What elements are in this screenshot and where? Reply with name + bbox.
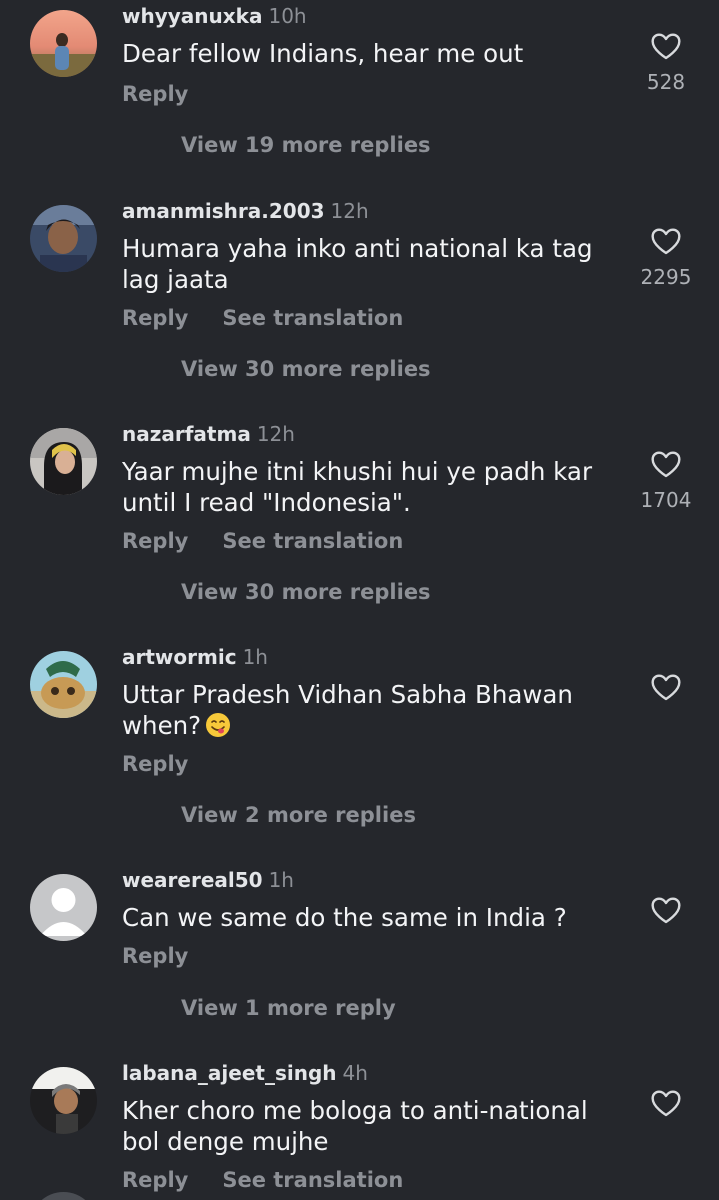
see-translation-button[interactable]: See translation [222, 529, 403, 553]
reply-button[interactable]: Reply [122, 944, 188, 968]
timestamp: 1h [242, 645, 268, 669]
reply-button[interactable]: Reply [122, 82, 188, 106]
comment-header: amanmishra.2003 12h [122, 199, 369, 229]
comment-text-line: lag jaata [122, 265, 229, 294]
heart-outline-icon[interactable] [650, 227, 682, 255]
comment-text: Humara yaha inko anti national ka tag la… [122, 233, 612, 295]
heart-outline-icon[interactable] [650, 450, 682, 478]
like-count: 528 [646, 70, 686, 94]
like-control [631, 1089, 701, 1117]
comment-text-line: until I read "Indonesia". [122, 488, 411, 517]
see-translation-button[interactable]: See translation [222, 306, 403, 330]
timestamp: 4h [342, 1061, 368, 1085]
username[interactable]: wearereal50 [122, 868, 263, 892]
comment-text-line: Humara yaha inko anti national ka tag [122, 234, 593, 263]
comment-item: labana_ajeet_singh 4h Kher choro me bolog… [0, 1057, 719, 1200]
comment-text: Dear fellow Indians, hear me out [122, 38, 612, 69]
reply-button[interactable]: Reply [122, 752, 188, 776]
comments-page: whyyanuxka 10h Dear fellow Indians, hear … [0, 0, 719, 1200]
face-savoring-food-emoji-icon [205, 712, 231, 745]
comment-text: Can we same do the same in India ? [122, 902, 612, 933]
comment-item: wearereal50 1h Can we same do the same in… [0, 864, 719, 1044]
comment-item: artwormic 1h Uttar Pradesh Vidhan Sabha B… [0, 641, 719, 841]
comment-text: Uttar Pradesh Vidhan Sabha Bhawan when? [122, 679, 612, 745]
view-more-replies-button[interactable]: View 2 more replies [181, 803, 416, 827]
comment-header: artwormic 1h [122, 645, 268, 675]
username[interactable]: labana_ajeet_singh [122, 1061, 337, 1085]
view-more-replies-button[interactable]: View 30 more replies [181, 357, 431, 381]
comment-text-line: bol denge mujhe [122, 1127, 329, 1156]
comment-header: nazarfatma 12h [122, 422, 295, 452]
view-more-replies-button[interactable]: View 19 more replies [181, 133, 431, 157]
comment-text-line: Uttar Pradesh Vidhan Sabha Bhawan [122, 680, 573, 709]
comment-text-line: Yaar mujhe itni khushi hui ye padh kar [122, 457, 593, 486]
reply-button[interactable]: Reply [122, 306, 188, 330]
avatar[interactable] [30, 205, 97, 272]
comment-text: Yaar mujhe itni khushi hui ye padh kar u… [122, 456, 612, 518]
heart-outline-icon[interactable] [650, 32, 682, 60]
heart-outline-icon[interactable] [650, 896, 682, 924]
comment-actions: Reply [122, 752, 188, 776]
comment-actions: Reply See translation [122, 306, 403, 330]
comment-header: whyyanuxka 10h [122, 4, 307, 34]
view-more-replies-button[interactable]: View 30 more replies [181, 580, 431, 604]
like-control [631, 896, 701, 924]
comment-actions: Reply See translation [122, 1168, 403, 1192]
timestamp: 12h [330, 199, 369, 223]
comment-text-line: Dear fellow Indians, hear me out [122, 39, 524, 68]
comment-text-line: when? [122, 711, 202, 740]
comment-item: amanmishra.2003 12h Humara yaha inko anti… [0, 195, 719, 405]
avatar[interactable] [30, 651, 97, 718]
comment-text-line: Can we same do the same in India ? [122, 903, 567, 932]
view-more-replies-button[interactable]: View 1 more reply [181, 996, 396, 1020]
comment-actions: Reply [122, 944, 188, 968]
username[interactable]: artwormic [122, 645, 237, 669]
heart-outline-icon[interactable] [650, 673, 682, 701]
username[interactable]: whyyanuxka [122, 4, 262, 28]
reply-button[interactable]: Reply [122, 529, 188, 553]
like-control [631, 673, 701, 701]
comment-actions: Reply [122, 82, 188, 106]
like-control: 528 [631, 32, 701, 94]
like-count: 1704 [640, 488, 692, 512]
comment-text-line-with-emoji: when? [122, 710, 612, 745]
avatar[interactable] [30, 10, 97, 77]
comment-header: labana_ajeet_singh 4h [122, 1061, 368, 1091]
avatar[interactable] [30, 428, 97, 495]
like-control: 2295 [631, 227, 701, 289]
username[interactable]: amanmishra.2003 [122, 199, 325, 223]
timestamp: 1h [268, 868, 294, 892]
comment-text-line: Kher choro me bologa to anti-national [122, 1096, 588, 1125]
like-control: 1704 [631, 450, 701, 512]
comment-actions: Reply See translation [122, 529, 403, 553]
comment-header: wearereal50 1h [122, 868, 294, 898]
timestamp: 10h [268, 4, 307, 28]
see-translation-button[interactable]: See translation [222, 1168, 403, 1192]
comment-text: Kher choro me bologa to anti-national bo… [122, 1095, 612, 1157]
like-count: 2295 [640, 265, 692, 289]
comment-item: nazarfatma 12h Yaar mujhe itni khushi hui… [0, 418, 719, 628]
heart-outline-icon[interactable] [650, 1089, 682, 1117]
username[interactable]: nazarfatma [122, 422, 251, 446]
comment-item: whyyanuxka 10h Dear fellow Indians, hear … [0, 0, 719, 180]
reply-button[interactable]: Reply [122, 1168, 188, 1192]
avatar[interactable] [30, 874, 97, 941]
timestamp: 12h [256, 422, 295, 446]
avatar[interactable] [30, 1067, 97, 1134]
